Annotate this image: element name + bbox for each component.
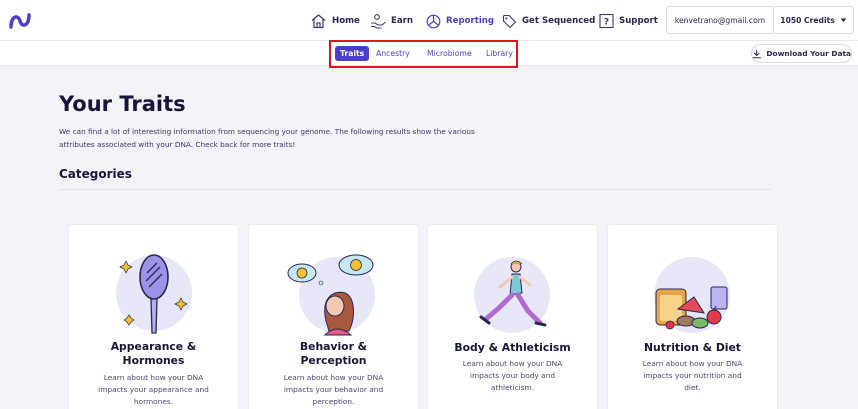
card-description: Learn about how your DNA impacts your nu… — [626, 358, 759, 395]
category-card-behavior[interactable]: Behavior & Perception Learn about how yo… — [248, 224, 419, 409]
credits-text: 1050 Credits — [780, 15, 835, 25]
nav-reporting-label: Reporting — [446, 16, 495, 26]
nav-support-label: Support — [619, 16, 658, 26]
card-title-line: Nutrition & Diet — [644, 341, 741, 354]
card-title-line: Perception — [300, 354, 367, 367]
card-title: Behavior & Perception — [249, 340, 418, 368]
card-desc-line: perception. — [312, 397, 355, 407]
categories-heading: Categories — [59, 167, 132, 181]
category-card-appearance[interactable]: Appearance & Hormones Learn about how yo… — [68, 224, 239, 409]
tabs-highlight-box — [329, 40, 518, 68]
mirror-illustration — [116, 254, 192, 334]
card-description: Learn about how your DNA impacts your ap… — [87, 372, 220, 409]
nav-earn[interactable]: Earn — [370, 11, 413, 31]
card-title-line: Body & Athleticism — [454, 341, 571, 354]
card-desc-line: Learn about how your DNA — [642, 359, 743, 368]
category-card-nutrition[interactable]: Nutrition & Diet Learn about how your DN… — [607, 224, 778, 409]
card-desc-line: hormones. — [133, 397, 174, 407]
runner-illustration — [474, 257, 550, 333]
card-desc-line: Learn about how your DNA — [462, 359, 563, 368]
card-desc-line: impacts your appearance and — [98, 385, 209, 395]
svg-text:?: ? — [604, 18, 609, 28]
download-data-label: Download Your Data — [766, 49, 851, 58]
card-desc-line: athleticism. — [490, 383, 535, 393]
card-title: Appearance & Hormones — [69, 340, 238, 368]
card-desc-line: Learn about how your DNA — [283, 373, 384, 382]
card-title: Body & Athleticism — [428, 341, 597, 355]
pie-chart-icon — [426, 14, 441, 28]
nav-get-sequenced[interactable]: Get Sequenced — [502, 11, 595, 31]
chevron-down-icon — [840, 18, 847, 22]
credits-dropdown[interactable]: 1050 Credits — [773, 6, 854, 34]
category-card-body[interactable]: Body & Athleticism Learn about how your … — [427, 224, 598, 409]
card-title-line: Hormones — [122, 354, 185, 367]
top-navigation-bar: Home Earn Reporting Get Sequenced ? Supp… — [0, 0, 858, 41]
card-title-line: Appearance & — [110, 340, 197, 353]
card-desc-line: impacts your behavior and — [283, 385, 384, 395]
card-description: Learn about how your DNA impacts your be… — [267, 372, 400, 409]
card-title: Nutrition & Diet — [608, 341, 777, 355]
home-icon — [311, 14, 326, 29]
nav-support[interactable]: ? Support — [599, 11, 658, 31]
question-icon: ? — [599, 13, 614, 29]
nav-earn-label: Earn — [391, 16, 414, 26]
card-desc-line: impacts your nutrition and — [643, 371, 742, 381]
download-icon — [752, 49, 761, 58]
account-email-text: kenvetrano@gmail.com — [674, 15, 766, 25]
card-title-line: Behavior & — [299, 340, 368, 353]
nav-get-sequenced-label: Get Sequenced — [522, 16, 596, 26]
tag-icon — [502, 14, 517, 28]
nav-reporting[interactable]: Reporting — [426, 11, 494, 31]
food-illustration — [654, 257, 730, 333]
card-desc-line: impacts your body and — [469, 371, 556, 381]
nebula-logo-icon[interactable] — [8, 10, 32, 32]
download-data-button[interactable]: Download Your Data — [751, 44, 852, 63]
nav-home[interactable]: Home — [310, 11, 360, 31]
hand-coins-icon — [370, 14, 386, 29]
card-desc-line: diet. — [684, 383, 701, 393]
section-divider — [59, 189, 771, 190]
intro-text: We can find a lot of interesting informa… — [59, 127, 475, 149]
thinking-girl-illustration — [287, 254, 375, 336]
nav-home-label: Home — [332, 16, 360, 26]
card-description: Learn about how your DNA impacts your bo… — [446, 358, 579, 395]
card-desc-line: Learn about how your DNA — [103, 373, 204, 382]
page-title: Your Traits — [59, 92, 186, 116]
account-email[interactable]: kenvetrano@gmail.com — [666, 6, 774, 34]
